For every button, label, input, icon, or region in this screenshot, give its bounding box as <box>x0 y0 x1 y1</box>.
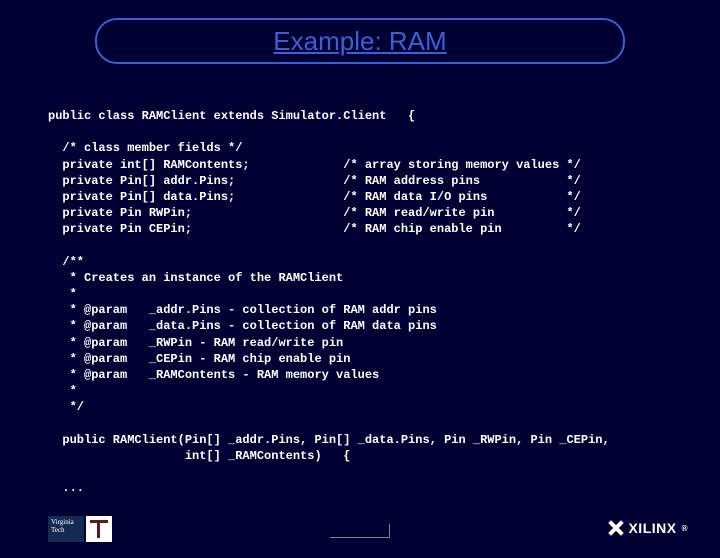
footer: Virginia Tech XILINX ® <box>0 496 720 546</box>
virginia-tech-logo: Virginia Tech <box>48 516 112 542</box>
code-block: public class RAMClient extends Simulator… <box>48 108 690 497</box>
page-number-placeholder <box>330 524 390 538</box>
vt-logo-mark <box>86 516 112 542</box>
registered-mark: ® <box>682 524 688 533</box>
vt-logo-text: Virginia Tech <box>48 516 84 542</box>
vt-line2: Tech <box>51 526 81 534</box>
vt-line1: Virginia <box>51 518 81 526</box>
xilinx-logo: XILINX ® <box>608 520 688 536</box>
slide-title-box: Example: RAM <box>95 18 625 64</box>
slide-title: Example: RAM <box>273 26 446 57</box>
xilinx-x-icon <box>608 520 624 536</box>
xilinx-text: XILINX <box>628 520 676 536</box>
